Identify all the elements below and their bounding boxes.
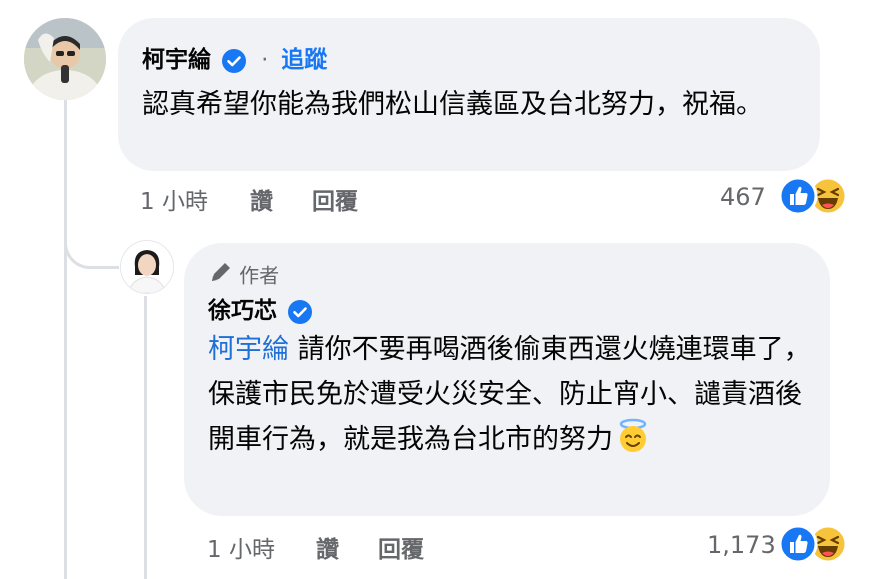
comment-reactions[interactable] [778, 176, 850, 216]
reply-text: 柯宇綸 請你不要再喝酒後偷東西還火燒連環車了，保護市民免於遭受火災安全、防止宵小… [208, 327, 812, 468]
comment-time[interactable]: 1 小時 [140, 182, 208, 216]
follow-button[interactable]: 追蹤 [281, 47, 327, 73]
mention-link[interactable]: 柯宇綸 [208, 334, 289, 365]
avatar[interactable] [24, 18, 106, 100]
like-icon [778, 524, 818, 568]
reply-like-button[interactable]: 讚 [316, 530, 339, 564]
comment-reply-button[interactable]: 回覆 [312, 182, 358, 216]
reply-time[interactable]: 1 小時 [207, 530, 275, 564]
reply-bubble: 作者 徐巧芯 柯宇綸 請你不要再喝酒後偷東西還火燒連環車了，保護市民免於遭受火災… [184, 243, 830, 516]
reply-author-row: 徐巧芯 [208, 291, 313, 328]
reply-thread-line [144, 296, 147, 579]
thread-line [64, 92, 67, 579]
like-icon [778, 176, 818, 220]
reply-reply-button[interactable]: 回覆 [378, 530, 424, 564]
comment-text: 認真希望你能為我們松山信義區及台北努力，祝福。 [142, 89, 763, 120]
reply-text-body: 請你不要再喝酒後偷東西還火燒連環車了，保護市民免於遭受火災安全、防止宵小、譴責酒… [208, 334, 811, 455]
reply-author-name[interactable]: 徐巧芯 [208, 298, 277, 324]
thread-branch [64, 200, 119, 269]
verified-badge-icon [222, 48, 247, 77]
reply-author-avatar[interactable] [120, 240, 174, 294]
author-badge: 作者 [208, 259, 279, 289]
comment-author-row: 柯宇綸 · 追蹤 [142, 40, 327, 73]
pen-icon [208, 259, 234, 289]
comment-reaction-count[interactable]: 467 [720, 183, 766, 211]
comment-author-name[interactable]: 柯宇綸 [142, 47, 211, 73]
author-badge-label: 作者 [239, 263, 280, 288]
comment-bubble: 柯宇綸 · 追蹤 認真希望你能為我們松山信義區及台北努力，祝福。 [118, 18, 820, 171]
reply-reactions[interactable] [778, 524, 850, 564]
comment-like-button[interactable]: 讚 [250, 182, 273, 216]
smiling-face-with-halo-icon [615, 418, 651, 468]
verified-badge-icon [288, 299, 313, 328]
follow-separator: · [261, 48, 269, 73]
reply-reaction-count[interactable]: 1,173 [707, 531, 776, 559]
